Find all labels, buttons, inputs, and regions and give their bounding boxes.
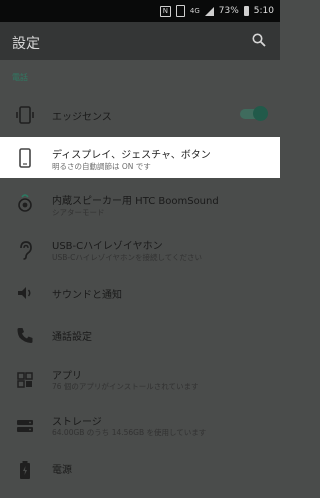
app-bar: 設定 [0,22,280,60]
phone-call-icon [14,324,36,346]
list-item-subtitle: 64.00GB のうち 14.56GB を使用しています [52,428,207,437]
section-header-phone: 電話 [12,73,28,82]
clock: 5:10 [253,6,274,16]
list-item-label: 内蔵スピーカー用 HTC BoomSound [52,196,219,207]
boomsound-icon [14,192,36,214]
list-item-power[interactable]: 電源 [0,451,280,489]
list-item-label: エッジセンス [52,112,112,123]
search-icon[interactable] [252,33,266,47]
signal-icon [204,6,214,16]
edge-sense-toggle-thumb[interactable] [253,106,268,121]
phone-display-icon [14,147,36,169]
edge-sense-icon [14,104,36,126]
list-item-boomsound[interactable]: 内蔵スピーカー用 HTC BoomSound シアターモード [0,181,280,225]
list-item-label: 電源 [52,465,72,476]
list-item-subtitle: 76 個のアプリがインストールされています [52,382,199,391]
list-item-edge-sense[interactable]: エッジセンス [0,96,280,134]
list-item-label: USB-Cハイレゾイヤホン [52,241,163,252]
list-item-subtitle: 明るさの自動調節は ON です [52,162,151,171]
list-item-subtitle: USB-Cハイレゾイヤホンを接続してください [52,253,203,262]
apps-icon [14,369,36,391]
list-item-usb-c-earphone[interactable]: USB-Cハイレゾイヤホン USB-Cハイレゾイヤホンを接続してください [0,228,280,272]
ear-icon [14,239,36,261]
list-item-label: 通話設定 [52,332,92,343]
battery-icon [14,459,36,481]
page-title: 設定 [12,36,40,52]
battery-status-icon [243,6,249,16]
list-item-label: サウンドと通知 [52,290,122,301]
list-item-label: ディスプレイ、ジェスチャ、ボタン [52,150,211,161]
list-item-display[interactable]: ディスプレイ、ジェスチャ、ボタン 明るさの自動調節は ON です [0,137,280,178]
list-item-label: アプリ [52,371,82,382]
storage-icon [14,415,36,437]
list-item-sound-notification[interactable]: サウンドと通知 [0,275,280,311]
nfc-icon: N [159,5,171,17]
network-type-label: 4G [189,7,200,15]
status-bar: N 4G 73% 5:10 [0,0,280,22]
battery-percent: 73% [218,6,239,16]
list-item-label: ストレージ [52,417,102,428]
list-item-apps[interactable]: アプリ 76 個のアプリがインストールされています [0,359,280,401]
list-item-call-settings[interactable]: 通話設定 [0,317,280,353]
list-item-subtitle: シアターモード [52,208,105,217]
list-item-storage[interactable]: ストレージ 64.00GB のうち 14.56GB を使用しています [0,405,280,447]
vibrate-icon [175,5,185,17]
speaker-icon [14,282,36,304]
